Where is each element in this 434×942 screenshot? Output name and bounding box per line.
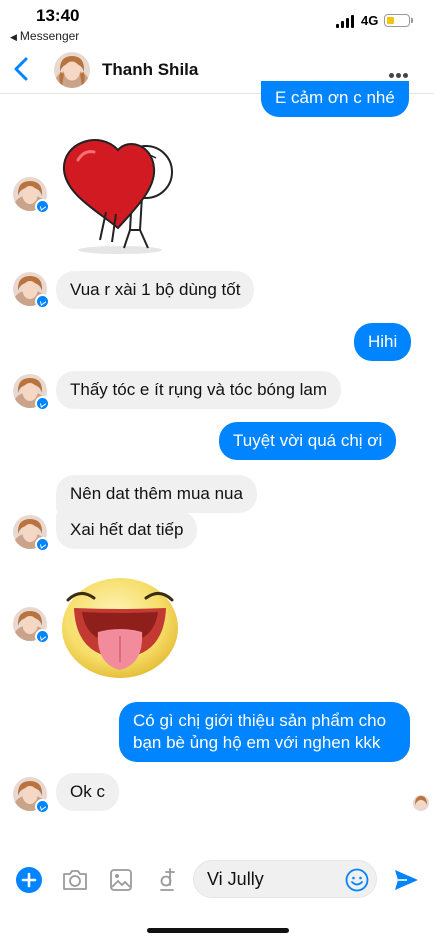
sender-avatar[interactable]: [13, 374, 50, 411]
status-time: 13:40: [36, 6, 80, 25]
message-bubble-outgoing[interactable]: Tuyệt vời quá chị ơi: [219, 422, 397, 460]
read-receipt-avatar: [413, 795, 429, 811]
message-bubble-incoming[interactable]: Vua r xài 1 bộ dùng tốt: [56, 271, 255, 309]
messenger-badge-icon: [35, 799, 50, 814]
more-options-icon[interactable]: [389, 65, 411, 78]
messenger-badge-icon: [35, 396, 50, 411]
image-icon[interactable]: [109, 868, 133, 897]
messenger-badge-icon: [35, 629, 50, 644]
status-bar: 13:40 ◀ Messenger 4G: [0, 0, 434, 46]
heart-character-sticker[interactable]: [58, 130, 180, 258]
messenger-badge-icon: [35, 537, 50, 552]
network-type: 4G: [361, 13, 379, 28]
signal-icon: [336, 15, 356, 28]
message-bubble-outgoing[interactable]: Có gì chị giới thiệu sản phẩm cho bạn bè…: [119, 702, 410, 762]
message-bubble-incoming[interactable]: Nên dat thêm mua nua: [56, 475, 257, 513]
battery-icon: [384, 14, 413, 27]
message-bubble-outgoing[interactable]: Hihi: [354, 323, 412, 361]
chevron-left-icon: [14, 57, 28, 81]
back-app-label: Messenger: [19, 29, 80, 43]
send-icon[interactable]: [393, 868, 419, 897]
message-composer: [0, 855, 434, 905]
camera-icon[interactable]: [61, 868, 89, 897]
home-indicator: [147, 928, 289, 933]
sender-avatar[interactable]: [13, 177, 50, 214]
dong-icon[interactable]: [158, 866, 176, 899]
back-button[interactable]: [10, 54, 34, 84]
sender-avatar[interactable]: [13, 607, 50, 644]
back-to-app-link[interactable]: ◀ Messenger: [10, 29, 79, 43]
emoji-icon[interactable]: [345, 868, 369, 897]
sender-avatar[interactable]: [13, 777, 50, 814]
plus-icon[interactable]: [16, 867, 42, 898]
contact-name[interactable]: Thanh Shila: [102, 60, 198, 80]
message-bubble-outgoing[interactable]: E cảm ơn c nhé: [261, 81, 409, 117]
back-triangle-icon: ◀: [10, 32, 17, 42]
tongue-out-emoji-sticker[interactable]: [58, 572, 184, 680]
sender-avatar[interactable]: [13, 515, 50, 552]
message-bubble-incoming[interactable]: Ok c: [56, 773, 119, 811]
messenger-badge-icon: [35, 199, 50, 214]
messenger-badge-icon: [35, 294, 50, 309]
contact-avatar[interactable]: [54, 52, 90, 88]
sender-avatar[interactable]: [13, 272, 50, 309]
message-bubble-incoming[interactable]: Thấy tóc e ít rụng và tóc bóng lam: [56, 371, 342, 409]
message-bubble-incoming[interactable]: Xai hết dat tiếp: [56, 511, 198, 549]
